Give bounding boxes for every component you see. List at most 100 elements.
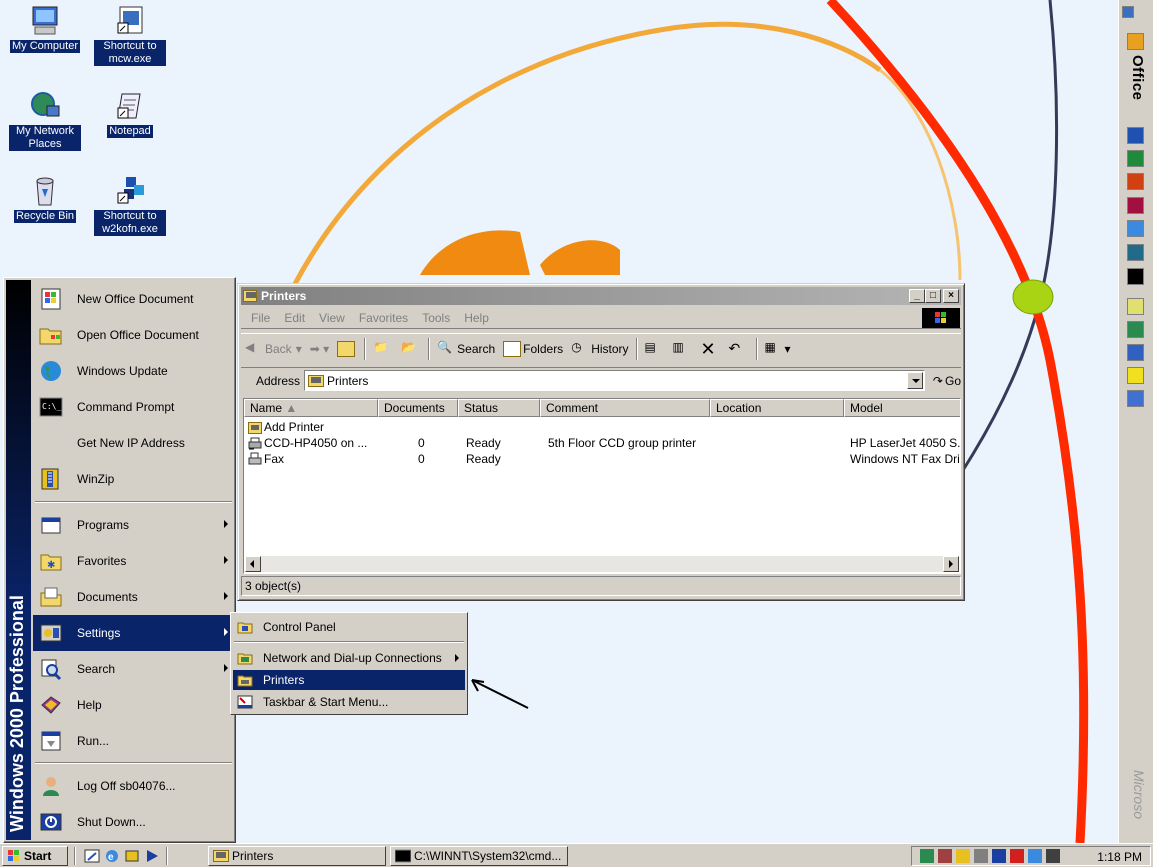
search-button[interactable]: 🔍 Search [437, 337, 495, 361]
office-open-icon [39, 323, 63, 347]
column-comment[interactable]: Comment [540, 399, 710, 417]
internet-explorer-icon[interactable] [1127, 220, 1144, 237]
office-icon[interactable] [1127, 33, 1144, 50]
printers-item[interactable]: Printers [233, 670, 465, 690]
globe-icon[interactable] [1127, 321, 1144, 338]
outlook-icon[interactable] [124, 848, 140, 864]
recycle-bin-icon[interactable]: Recycle Bin [5, 175, 85, 223]
column-documents[interactable]: Documents [378, 399, 458, 417]
web-icon[interactable] [1127, 390, 1144, 407]
column-status[interactable]: Status [458, 399, 540, 417]
access-icon[interactable] [1127, 197, 1144, 214]
help-item[interactable]: Help [33, 687, 234, 723]
menu-view[interactable]: View [319, 311, 345, 325]
horizontal-scrollbar[interactable] [245, 556, 959, 572]
connection-tray-icon[interactable] [1028, 849, 1042, 863]
column-model[interactable]: Model [844, 399, 960, 417]
search-item[interactable]: Search [33, 651, 234, 687]
smiley-icon[interactable] [1127, 367, 1144, 384]
delete-button[interactable]: ✕ [701, 337, 721, 361]
documents-item[interactable]: Documents [33, 579, 234, 615]
close-button[interactable]: × [943, 289, 959, 303]
taskbar-start-menu-item[interactable]: Taskbar & Start Menu... [233, 692, 465, 712]
media-player-icon[interactable] [144, 848, 160, 864]
copy-button[interactable]: ▥ [673, 337, 693, 361]
move-to-button[interactable]: 📁 [373, 337, 393, 361]
address-input[interactable]: Printers [304, 370, 925, 391]
menu-edit[interactable]: Edit [284, 311, 305, 325]
address-value: Printers [327, 373, 369, 388]
scroll-left-button[interactable] [245, 556, 261, 572]
outlook-icon[interactable] [1127, 244, 1144, 261]
programs-item[interactable]: Programs [33, 507, 234, 543]
office-menu-icon[interactable] [1122, 6, 1134, 18]
list-item-fax[interactable]: Fax 0 Ready Windows NT Fax Dri [244, 451, 960, 467]
winzip-item[interactable]: WinZip [33, 461, 234, 497]
back-button[interactable]: ◀ Back ▾ [245, 337, 302, 361]
my-network-places-icon[interactable]: My Network Places [5, 90, 85, 151]
excel-icon[interactable] [1127, 150, 1144, 167]
favorites-item[interactable]: ✱ Favorites [33, 543, 234, 579]
go-button[interactable]: ↷ Go [933, 374, 961, 388]
menu-favorites[interactable]: Favorites [359, 311, 408, 325]
column-location[interactable]: Location [710, 399, 844, 417]
list-item-ccd-hp4050[interactable]: CCD-HP4050 on ... 0 Ready 5th Floor CCD … [244, 435, 960, 451]
address-dropdown-button[interactable] [906, 372, 923, 389]
move-button[interactable]: ▤ [645, 337, 665, 361]
network-dialup-item[interactable]: Network and Dial-up Connections [233, 648, 465, 668]
up-folder-button[interactable] [337, 337, 357, 361]
minimize-button[interactable]: _ [909, 289, 925, 303]
undo-icon: ↶ [728, 339, 741, 356]
column-name[interactable]: Name ▲ [244, 399, 378, 417]
word-icon[interactable] [1127, 127, 1144, 144]
forward-button[interactable]: ➡ ▾ [310, 337, 329, 361]
control-panel-item[interactable]: Control Panel [233, 617, 465, 637]
svg-text:C:\_: C:\_ [42, 402, 61, 411]
powerpoint-icon[interactable] [1127, 173, 1144, 190]
network-icon[interactable] [1127, 344, 1144, 361]
command-prompt-item[interactable]: C:\_ Command Prompt [33, 389, 234, 425]
new-office-document-item[interactable]: New Office Document [33, 281, 234, 317]
volume-tray-icon[interactable] [974, 849, 988, 863]
my-computer-icon[interactable]: My Computer [5, 5, 85, 53]
open-office-document-item[interactable]: Open Office Document [33, 317, 234, 353]
keyboard-tray-icon[interactable] [1046, 849, 1060, 863]
history-button[interactable]: ◷ History [571, 337, 628, 361]
undo-button[interactable]: ↶ [729, 337, 749, 361]
maximize-button[interactable]: □ [925, 289, 941, 303]
menu-tools[interactable]: Tools [422, 311, 450, 325]
printer-tray-icon[interactable] [938, 849, 952, 863]
settings-item[interactable]: Settings [33, 615, 234, 651]
log-off-item[interactable]: Log Off sb04076... [33, 768, 234, 804]
antivirus-tray-icon[interactable] [956, 849, 970, 863]
start-button[interactable]: Start [2, 846, 68, 866]
taskbar-printers-button[interactable]: Printers [208, 846, 386, 866]
run-item[interactable]: Run... [33, 723, 234, 759]
documents-icon [39, 585, 63, 609]
window-titlebar[interactable]: Printers _ □ × [241, 287, 961, 305]
submenu-arrow-icon [224, 592, 228, 600]
folders-button[interactable]: Folders [503, 337, 563, 361]
windows-update-item[interactable]: Windows Update [33, 353, 234, 389]
scroll-right-button[interactable] [943, 556, 959, 572]
internet-explorer-icon[interactable]: e [104, 848, 120, 864]
menu-help[interactable]: Help [464, 311, 489, 325]
views-button[interactable]: ▦ ▾ [765, 337, 791, 361]
w2kofn-shortcut-icon[interactable]: Shortcut to w2kofn.exe [90, 175, 170, 236]
show-desktop-icon[interactable] [84, 848, 100, 864]
get-new-ip-address-item[interactable]: Get New IP Address [33, 425, 234, 461]
mcw-shortcut-icon[interactable]: Shortcut to mcw.exe [90, 5, 170, 66]
clock[interactable]: 1:18 PM [1097, 850, 1142, 864]
shut-down-item[interactable]: Shut Down... [33, 804, 234, 840]
notepad-icon[interactable]: Notepad [90, 90, 170, 138]
mcafee-tray-icon[interactable] [1010, 849, 1024, 863]
list-item-add-printer[interactable]: Add Printer [244, 419, 960, 435]
menu-file[interactable]: File [251, 311, 270, 325]
taskbar-cmd-button[interactable]: C:\WINNT\System32\cmd... [390, 846, 568, 866]
network-tray-icon[interactable] [920, 849, 934, 863]
command-prompt-icon[interactable] [1127, 268, 1144, 285]
display-tray-icon[interactable] [992, 849, 1006, 863]
search-icon[interactable] [1127, 298, 1144, 315]
move-icon: ▤ [644, 339, 656, 354]
copy-to-button[interactable]: 📂 [401, 337, 421, 361]
